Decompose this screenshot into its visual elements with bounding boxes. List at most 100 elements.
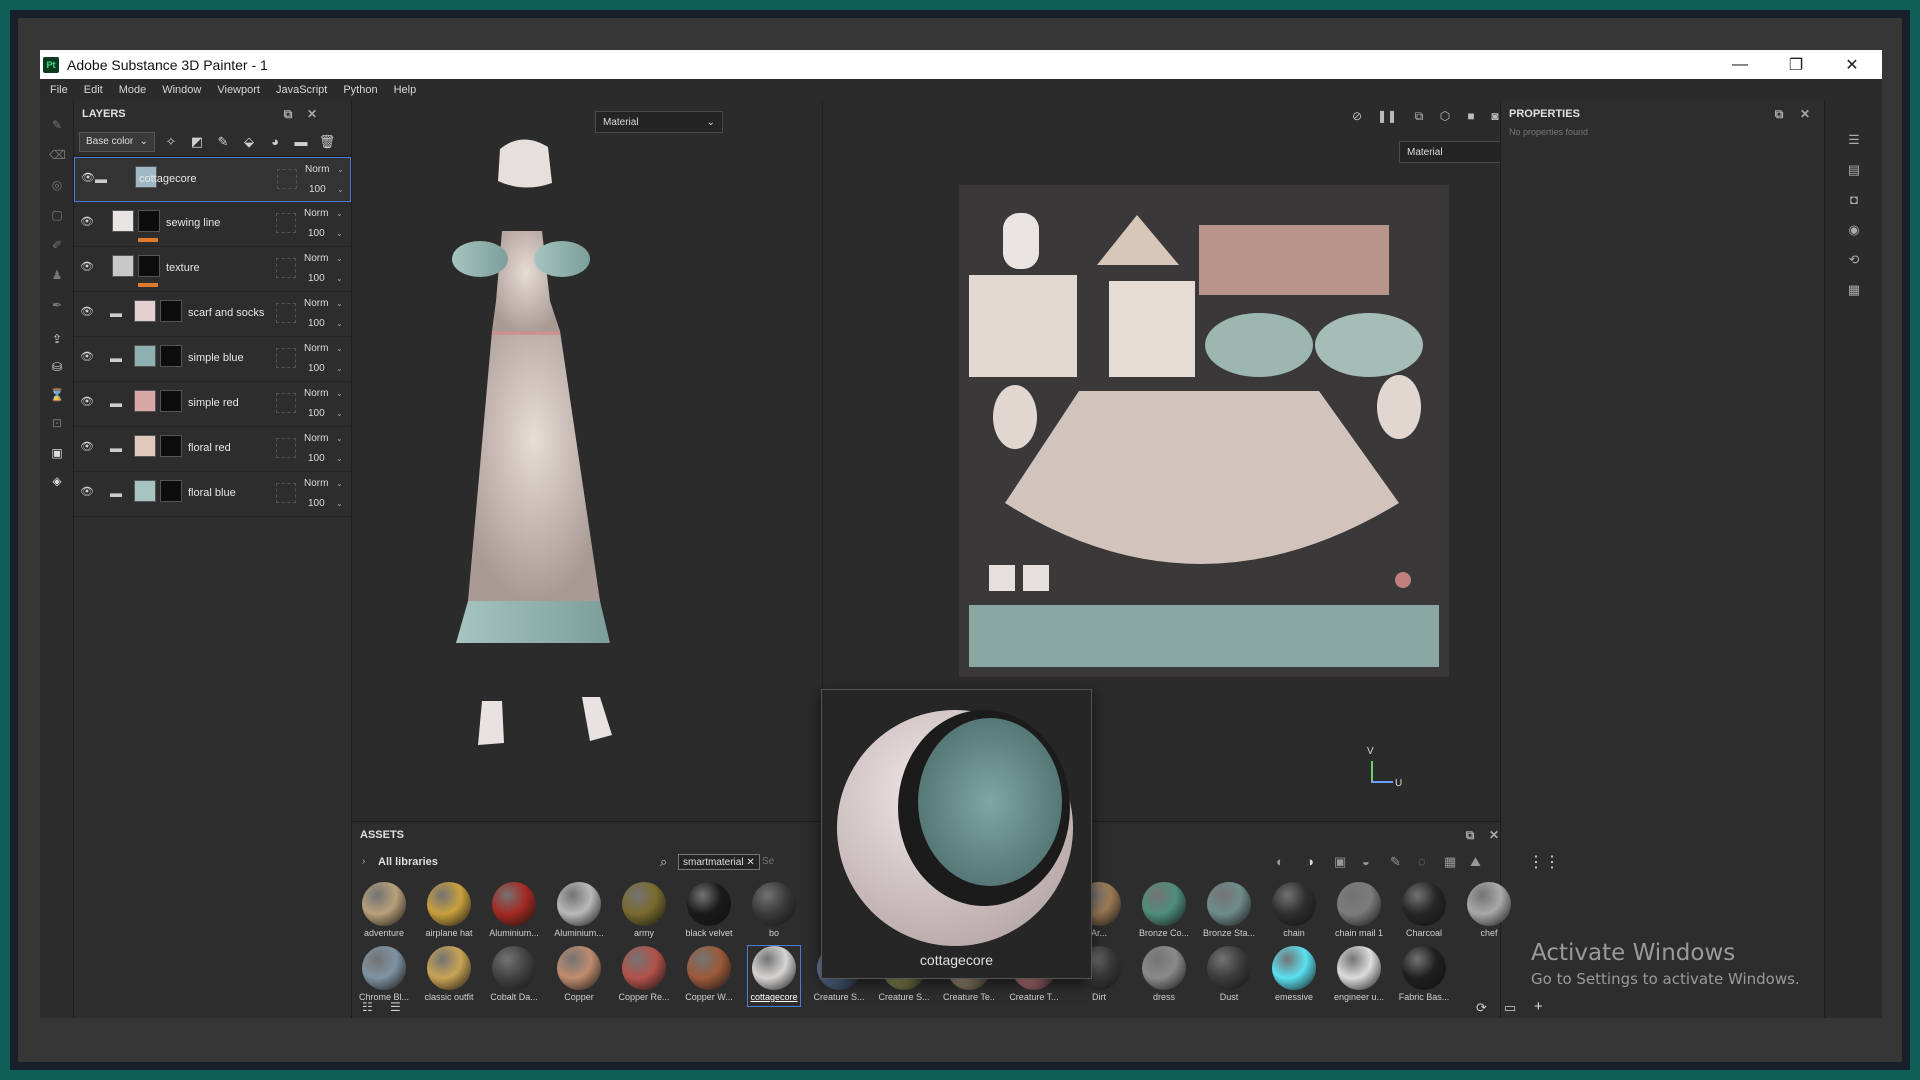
menu-python[interactable]: Python	[343, 84, 377, 96]
channel-select[interactable]: Base color ⌄	[79, 131, 155, 152]
close-panel-icon[interactable]: ✕	[1486, 827, 1502, 843]
split-view-icon[interactable]: ⧉	[1411, 108, 1427, 124]
display-settings-icon[interactable]: ◘	[1845, 191, 1863, 209]
material-tile[interactable]: emessive	[1268, 946, 1320, 1006]
maximize-button[interactable]: ❐	[1768, 50, 1824, 79]
layer-row[interactable]: 👁 sewing line Norm ⌄ 100 ⌄	[74, 202, 351, 247]
layer-mask-thumbnail[interactable]	[160, 390, 182, 412]
new-library-icon[interactable]: ▭	[1504, 1000, 1516, 1016]
environment-icon[interactable]: ◉	[1845, 221, 1863, 239]
material-tile[interactable]: Copper	[553, 946, 605, 1006]
layer-opacity[interactable]: 100	[308, 318, 325, 329]
material-tile[interactable]: Bronze Co...	[1138, 882, 1190, 942]
layer-mask-slot[interactable]	[276, 213, 296, 233]
material-tile[interactable]: Dust	[1203, 946, 1255, 1006]
material-tile[interactable]: Cobalt Da...	[488, 946, 540, 1006]
layer-mask-thumbnail[interactable]	[160, 435, 182, 457]
layer-mask-slot[interactable]	[276, 438, 296, 458]
layer-mask-thumbnail[interactable]	[160, 300, 182, 322]
layer-mask-slot[interactable]	[276, 483, 296, 503]
menu-viewport[interactable]: Viewport	[217, 84, 260, 96]
folder-icon[interactable]: ▬	[110, 351, 126, 365]
filter-mask-icon[interactable]: ▣	[1334, 854, 1346, 870]
menu-javascript[interactable]: JavaScript	[276, 84, 327, 96]
layer-blend-mode[interactable]: Norm	[304, 478, 328, 489]
layer-mask-thumbnail[interactable]	[138, 255, 160, 277]
search-input[interactable]: Se	[762, 856, 774, 867]
library-breadcrumb[interactable]: All libraries	[378, 856, 438, 868]
material-tile[interactable]: Aluminium...	[488, 882, 540, 942]
texture-set-settings-icon[interactable]: ▤	[1845, 161, 1863, 179]
float-panel-icon[interactable]: ⧉	[280, 106, 296, 122]
bake-icon[interactable]: ⛁	[49, 359, 65, 375]
clone-icon[interactable]: ♟	[49, 267, 65, 283]
add-folder-icon[interactable]: ▬	[291, 132, 311, 152]
layer-row[interactable]: 👁 ▬ floral blue Norm ⌄ 100 ⌄	[74, 472, 351, 517]
effects-wand-icon[interactable]: ✧	[161, 132, 181, 152]
layer-mask-thumbnail[interactable]	[160, 345, 182, 367]
eraser-icon[interactable]: ⌫	[49, 147, 66, 163]
layer-mask-slot[interactable]	[276, 348, 296, 368]
grid-view-icon[interactable]: ⋮⋮	[1528, 852, 1560, 872]
material-tile[interactable]: Bronze Sta...	[1203, 882, 1255, 942]
hide-icon[interactable]: ⊘	[1349, 108, 1365, 124]
layer-row[interactable]: 👁 ▬ floral red Norm ⌄ 100 ⌄	[74, 427, 351, 472]
layer-mask-thumbnail[interactable]	[160, 480, 182, 502]
layer-opacity[interactable]: 100	[308, 498, 325, 509]
folder-icon[interactable]: ▬	[110, 486, 126, 500]
menu-edit[interactable]: Edit	[84, 84, 103, 96]
polygon-fill-icon[interactable]: ▢	[49, 207, 65, 223]
layer-blend-mode[interactable]: Norm	[304, 343, 328, 354]
add-mask-icon[interactable]: ◩	[187, 132, 207, 152]
delete-layer-icon[interactable]: 🗑	[317, 132, 337, 152]
float-panel-icon[interactable]: ⧉	[1462, 827, 1478, 843]
filter-particle-icon[interactable]: ◌	[1418, 854, 1426, 869]
mask-icon[interactable]: ⊡	[49, 415, 65, 431]
layer-opacity[interactable]: 100	[308, 453, 325, 464]
layer-blend-mode[interactable]: Norm	[304, 433, 328, 444]
add-fill-layer-icon[interactable]: ⬙	[239, 132, 259, 152]
material-tile[interactable]: Charcoal	[1398, 882, 1450, 942]
filter-brush-icon[interactable]: ✎	[1390, 854, 1401, 870]
layer-mask-slot[interactable]	[276, 303, 296, 323]
close-panel-icon[interactable]: ✕	[1797, 106, 1813, 122]
filter-environment-icon[interactable]: ⛰	[1470, 854, 1481, 870]
filter-smart-material-icon[interactable]: ◑	[1306, 854, 1314, 869]
material-tile[interactable]: dress	[1138, 946, 1190, 1006]
chip-close-icon[interactable]: ✕	[746, 857, 754, 868]
material-tile[interactable]: chain mail 1	[1333, 882, 1385, 942]
picker-icon[interactable]: ✒	[49, 297, 65, 313]
material-tile[interactable]: bo	[748, 882, 800, 942]
camera-icon[interactable]: ■	[1463, 108, 1479, 124]
filter-material-icon[interactable]: ◐	[1276, 854, 1284, 869]
texture-set-list-icon[interactable]: ☰	[1845, 131, 1863, 149]
material-tile[interactable]: classic outfit	[423, 946, 475, 1006]
library-icon[interactable]: ◈	[49, 473, 65, 489]
eye-icon[interactable]: 👁	[80, 440, 94, 454]
eye-icon[interactable]: 👁	[80, 305, 94, 319]
folder-icon[interactable]: ▬	[110, 396, 126, 410]
float-panel-icon[interactable]: ⧉	[1771, 106, 1787, 122]
eye-icon[interactable]: 👁	[80, 485, 94, 499]
eye-icon[interactable]: 👁	[80, 260, 94, 274]
close-button[interactable]: ✕	[1824, 50, 1880, 79]
menu-window[interactable]: Window	[162, 84, 201, 96]
filter-chip[interactable]: smartmaterial ✕	[678, 854, 760, 870]
refresh-icon[interactable]: ⟳	[1476, 1000, 1487, 1016]
viewport-3d[interactable]: Material ⌄	[352, 101, 822, 821]
layer-opacity[interactable]: 100	[308, 408, 325, 419]
layer-row[interactable]: 👁 ▬ simple blue Norm ⌄ 100 ⌄	[74, 337, 351, 382]
material-tile[interactable]: black velvet	[683, 882, 735, 942]
material-tile[interactable]: army	[618, 882, 670, 942]
material-tile[interactable]: engineer u...	[1333, 946, 1385, 1006]
layer-blend-mode[interactable]: Norm	[304, 253, 328, 264]
material-tile[interactable]: Aluminium...	[553, 882, 605, 942]
history-icon[interactable]: ⟲	[1845, 251, 1863, 269]
material-tile[interactable]: chef	[1463, 882, 1515, 942]
menu-file[interactable]: File	[50, 84, 68, 96]
menu-mode[interactable]: Mode	[119, 84, 147, 96]
folder-icon[interactable]: ▬	[95, 172, 111, 186]
add-smart-material-icon[interactable]: ◕	[265, 132, 285, 152]
layer-opacity[interactable]: 100	[308, 273, 325, 284]
eye-icon[interactable]: 👁	[81, 171, 95, 185]
